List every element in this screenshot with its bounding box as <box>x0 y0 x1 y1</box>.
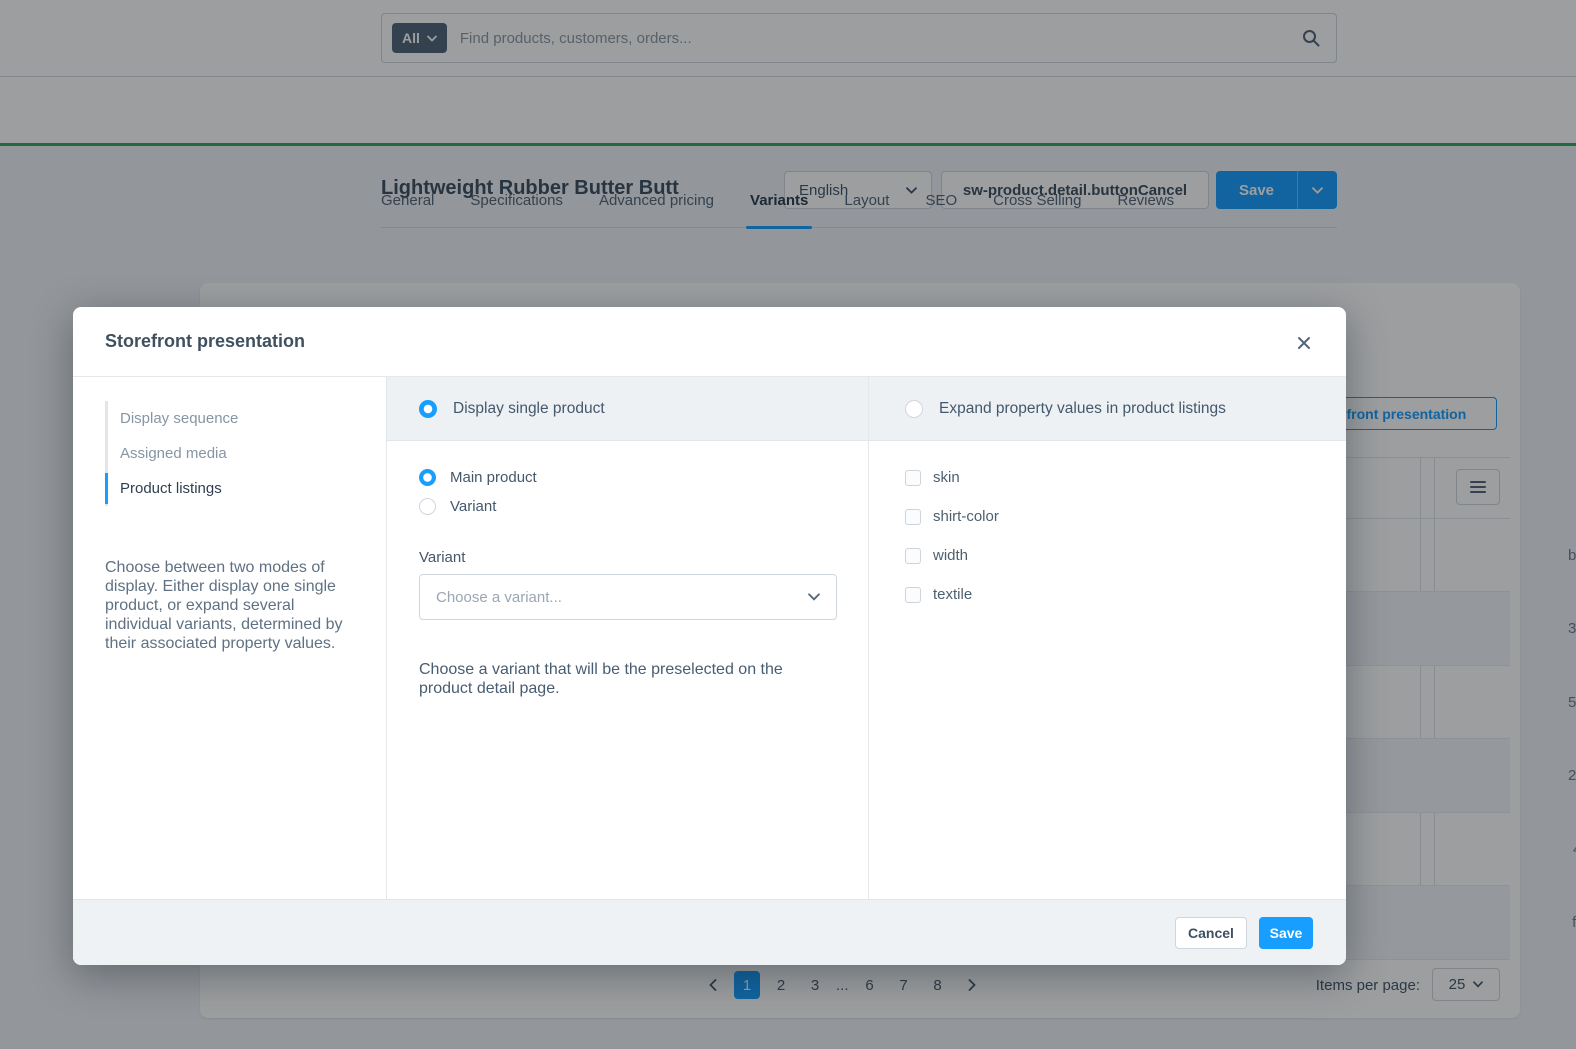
main-product-label: Main product <box>450 469 537 486</box>
list-item: skin <box>905 469 1346 486</box>
variant-radio[interactable] <box>419 498 436 515</box>
modal-description: Choose between two modes of display. Eit… <box>105 558 358 653</box>
modal-sidebar: Display sequence Assigned media Product … <box>73 377 387 899</box>
property-label: textile <box>933 586 972 603</box>
variant-select-placeholder: Choose a variant... <box>436 589 562 606</box>
property-checkbox-shirt-color[interactable] <box>905 509 921 525</box>
modal-footer: Cancel Save <box>73 899 1346 965</box>
sidebar-item-display-sequence[interactable]: Display sequence <box>108 401 386 436</box>
expand-property-values-label: Expand property values in product listin… <box>939 400 1226 418</box>
list-item: width <box>905 547 1346 564</box>
expand-property-values-radio[interactable] <box>905 400 923 418</box>
variant-field-label: Variant <box>419 549 836 566</box>
chevron-down-icon <box>808 593 820 601</box>
property-checkbox-width[interactable] <box>905 548 921 564</box>
sidebar-item-assigned-media[interactable]: Assigned media <box>108 436 386 471</box>
modal-title: Storefront presentation <box>105 331 305 352</box>
variant-option: Variant <box>419 498 836 515</box>
display-single-product-label: Display single product <box>453 400 605 418</box>
property-checkbox-skin[interactable] <box>905 470 921 486</box>
expand-properties-panel: Expand property values in product listin… <box>869 377 1346 899</box>
display-single-product-radio[interactable] <box>419 400 437 418</box>
storefront-presentation-modal: Storefront presentation Display sequence… <box>73 307 1346 965</box>
single-product-mode-row: Display single product <box>387 377 868 441</box>
property-label: skin <box>933 469 960 486</box>
close-icon[interactable] <box>1292 331 1316 355</box>
property-checkbox-list: skin shirt-color width textile <box>869 441 1346 603</box>
variant-option-label: Variant <box>450 498 496 515</box>
modal-cancel-button[interactable]: Cancel <box>1175 917 1247 949</box>
modal-save-button[interactable]: Save <box>1259 917 1313 949</box>
property-checkbox-textile[interactable] <box>905 587 921 603</box>
modal-nav: Display sequence Assigned media Product … <box>105 401 386 506</box>
variant-select[interactable]: Choose a variant... <box>419 574 837 620</box>
expand-mode-row: Expand property values in product listin… <box>869 377 1346 441</box>
modal-header: Storefront presentation <box>73 307 1346 377</box>
property-label: shirt-color <box>933 508 999 525</box>
variant-helper-text: Choose a variant that will be the presel… <box>419 660 819 698</box>
list-item: shirt-color <box>905 508 1346 525</box>
main-product-option: Main product <box>419 469 836 486</box>
modal-body: Display sequence Assigned media Product … <box>73 377 1346 899</box>
property-label: width <box>933 547 968 564</box>
single-product-panel: Display single product Main product Vari… <box>387 377 869 899</box>
sidebar-item-product-listings[interactable]: Product listings <box>108 471 386 506</box>
main-product-radio[interactable] <box>419 469 436 486</box>
list-item: textile <box>905 586 1346 603</box>
